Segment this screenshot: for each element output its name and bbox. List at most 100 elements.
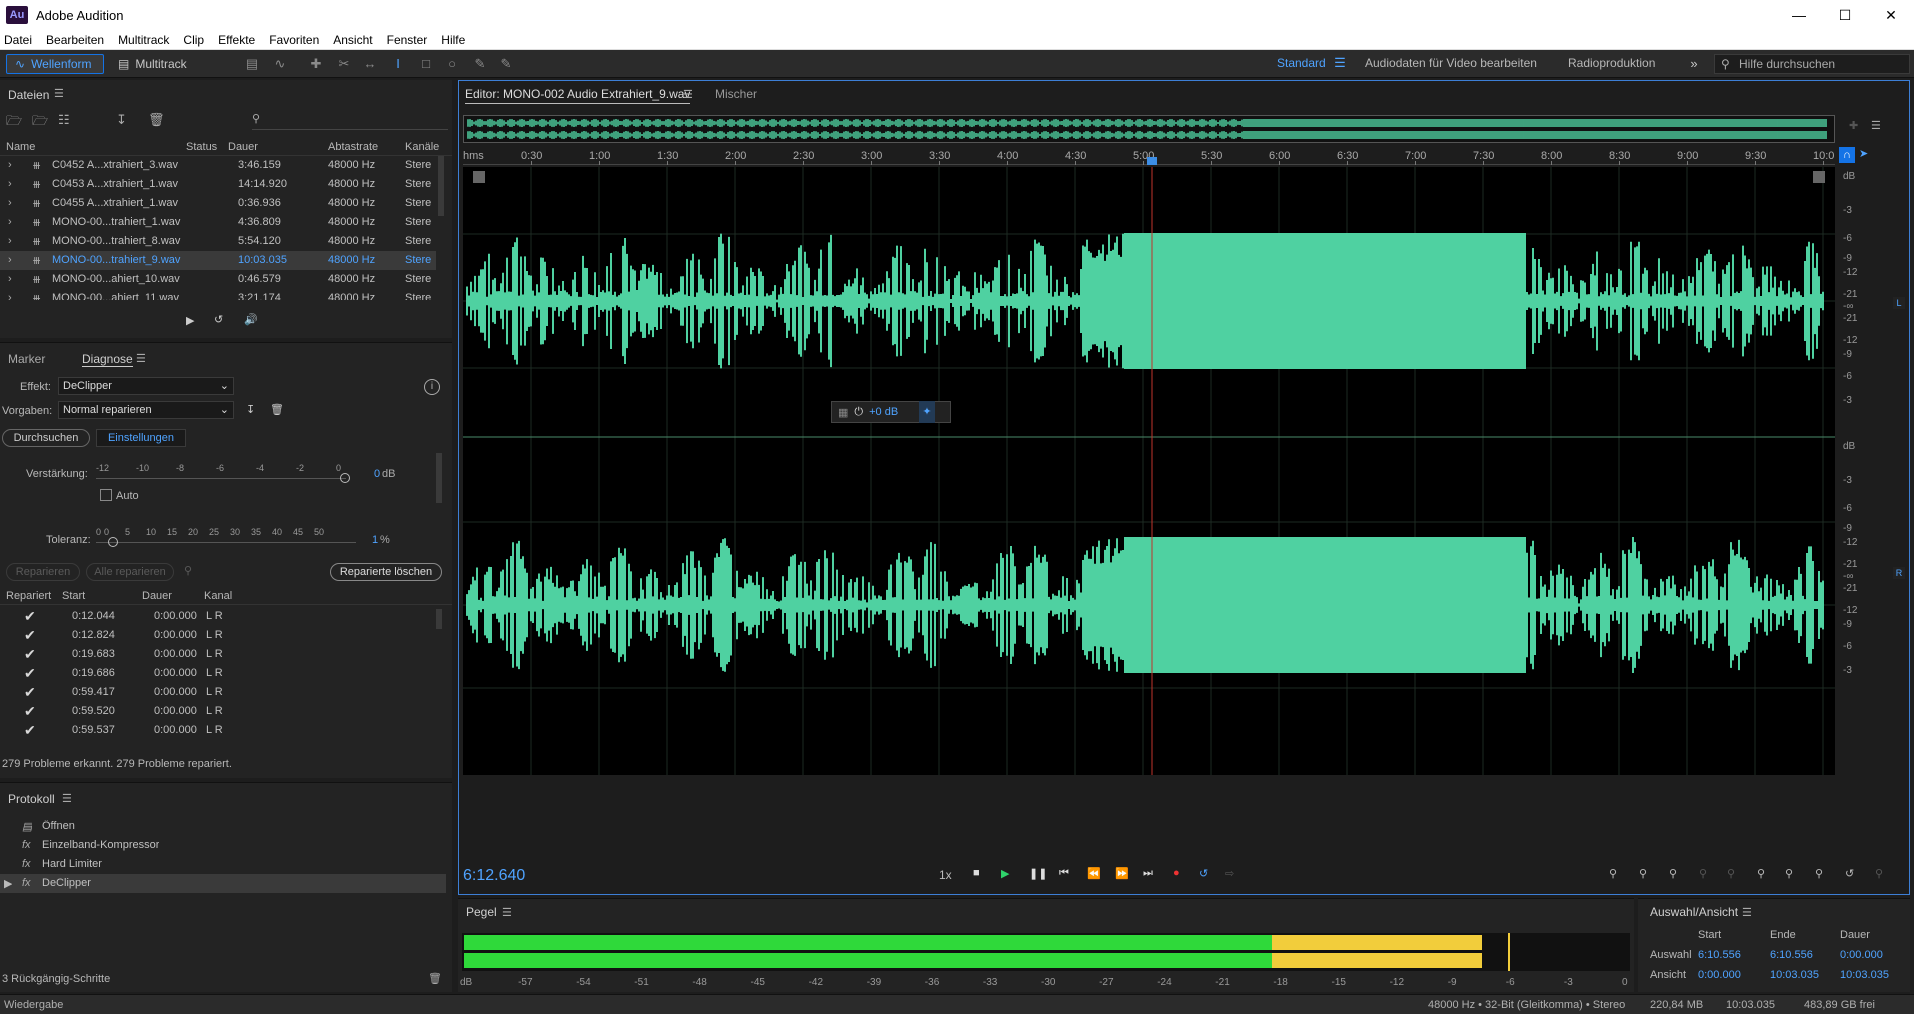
col-start[interactable]: Start (62, 590, 85, 602)
col-duration[interactable]: Dauer (142, 590, 172, 602)
col-channels[interactable]: Kanäle (405, 141, 439, 153)
help-search-input[interactable]: ⚲ Hilfe durchsuchen (1714, 54, 1910, 74)
hud-knob-icon[interactable]: ⏻ (854, 406, 863, 419)
go-to-end-icon[interactable]: ⏭ (1143, 867, 1153, 880)
expand-chevron-icon[interactable]: › (8, 235, 12, 247)
go-to-start-icon[interactable]: ⏮ (1059, 867, 1069, 880)
workspace-standard[interactable]: Standard (1277, 56, 1326, 70)
marquee-tool-icon[interactable]: □ (418, 56, 434, 72)
fade-in-handle-icon[interactable] (473, 171, 485, 183)
panel-menu-icon[interactable]: ☰ (62, 792, 72, 805)
maximize-icon[interactable]: ☐ (1822, 0, 1868, 30)
panel-menu-icon[interactable]: ☰ (1742, 906, 1752, 919)
repair-row[interactable]: ✔ 0:59.520 0:00.000 L R (0, 702, 436, 721)
multitrack-mode-button[interactable]: ▤ Multitrack (110, 54, 198, 74)
file-row[interactable]: › ⧻ MONO-00...trahiert_1.wav 4:36.809 48000 … (0, 213, 436, 232)
panel-menu-icon[interactable]: ☰ (683, 88, 693, 101)
insert-icon[interactable]: ↧ (116, 112, 127, 128)
file-row[interactable]: › ⧻ MONO-00...trahiert_8.wav 5:54.120 48000 … (0, 232, 436, 251)
col-name[interactable]: Name (6, 141, 35, 153)
autoplay-icon[interactable]: 🔊 (244, 313, 258, 326)
file-row[interactable]: › ⧻ C0452 A...xtrahiert_3.wav 3:46.159 48000… (0, 156, 436, 175)
mixer-tab[interactable]: Mischer (715, 87, 757, 101)
settings-scrollbar[interactable] (436, 453, 442, 503)
expand-chevron-icon[interactable]: › (8, 292, 12, 300)
zoom-icon[interactable]: ⚲ (184, 564, 192, 577)
record-icon[interactable]: ● (1173, 867, 1180, 879)
checkmark-icon[interactable]: ✔ (24, 703, 36, 720)
history-item[interactable]: ▤ Öffnen (0, 817, 446, 836)
col-repaired[interactable]: Repariert (6, 590, 51, 602)
delete-icon[interactable]: 🗑 (148, 112, 165, 128)
new-file-icon[interactable]: ☷ (58, 112, 70, 128)
repair-button[interactable]: Reparieren (6, 563, 80, 581)
overview-navigator[interactable] (463, 115, 1835, 143)
delete-preset-icon[interactable]: 🗑 (270, 403, 284, 416)
zoom-out-point-icon[interactable]: ⚲ (1785, 867, 1793, 880)
repair-row[interactable]: ✔ 0:59.537 0:00.000 L R (0, 721, 436, 740)
channel-right-toggle[interactable]: R (1893, 567, 1905, 579)
current-time[interactable]: 6:12.640 (463, 867, 525, 885)
checkmark-icon[interactable]: ✔ (24, 684, 36, 701)
selection-duration[interactable]: 0:00.000 (1840, 949, 1883, 961)
menu-multitrack[interactable]: Multitrack (118, 33, 169, 47)
selection-start[interactable]: 6:10.556 (1698, 949, 1741, 961)
zoom-selection-icon[interactable]: ⚲ (1727, 867, 1735, 880)
repair-row[interactable]: ✔ 0:19.683 0:00.000 L R (0, 645, 436, 664)
file-row[interactable]: › ⧻ MONO-00...ahiert_10.wav 0:46.579 48000 H… (0, 270, 436, 289)
checkmark-icon[interactable]: ✔ (24, 722, 36, 739)
razor-tool-icon[interactable]: ✂ (336, 56, 352, 72)
menu-file[interactable]: Datei (4, 33, 32, 47)
tolerance-slider[interactable] (96, 542, 356, 543)
workspace-radio[interactable]: Radioproduktion (1568, 56, 1655, 70)
stop-icon[interactable]: ■ (973, 867, 980, 879)
pause-icon[interactable]: ❚❚ (1029, 867, 1047, 880)
settings-tab[interactable]: Einstellungen (96, 429, 186, 447)
menu-view[interactable]: Ansicht (333, 33, 372, 47)
spectral-display-icon[interactable]: ▤ (244, 56, 260, 72)
history-item[interactable]: fx Hard Limiter (0, 855, 446, 874)
history-item[interactable]: fx Einzelband-Kompressor (0, 836, 446, 855)
gain-slider-handle[interactable] (340, 473, 350, 483)
more-workspaces-icon[interactable]: » (1686, 56, 1702, 72)
gain-value[interactable]: 0 (374, 468, 380, 480)
time-ruler[interactable]: hms 0:30 1:00 1:30 2:00 2:30 3:00 3:30 4:00 4:30… (463, 149, 1835, 165)
menu-favorites[interactable]: Favoriten (269, 33, 319, 47)
workspace-video[interactable]: Audiodaten für Video bearbeiten (1365, 56, 1537, 70)
expand-chevron-icon[interactable]: › (8, 197, 12, 209)
zoom-in-button-icon[interactable]: ✚ (1849, 119, 1858, 132)
auto-checkbox[interactable] (100, 489, 112, 501)
tab-marker[interactable]: Marker (8, 352, 45, 366)
info-icon[interactable]: i (424, 379, 440, 395)
fade-out-handle-icon[interactable] (1813, 171, 1825, 183)
rewind-icon[interactable]: ⏪ (1087, 867, 1101, 880)
zoom-reset-icon[interactable]: ↺ (1845, 867, 1854, 880)
selection-end[interactable]: 6:10.556 (1770, 949, 1813, 961)
playback-speed[interactable]: 1x (939, 868, 952, 882)
col-status[interactable]: Status (186, 141, 217, 153)
zoom-in-amplitude-icon[interactable]: ⚲ (1609, 867, 1617, 880)
expand-chevron-icon[interactable]: › (8, 178, 12, 190)
spot-healing-icon[interactable]: ✎ (498, 56, 514, 72)
panel-menu-icon[interactable]: ☰ (502, 906, 512, 919)
repair-row[interactable]: ✔ 0:12.824 0:00.000 L R (0, 626, 436, 645)
workspace-menu-icon[interactable]: ☰ (1332, 55, 1348, 71)
menu-effects[interactable]: Effekte (218, 33, 255, 47)
move-tool-icon[interactable]: ✚ (308, 56, 324, 72)
editor-tab[interactable]: Editor: MONO-002 Audio Extrahiert_9.wav (465, 87, 691, 104)
repair-row[interactable]: ✔ 0:59.417 0:00.000 L R (0, 683, 436, 702)
time-selection-tool-icon[interactable]: I (390, 56, 406, 72)
close-icon[interactable]: ✕ (1868, 0, 1914, 30)
tolerance-value[interactable]: 1 (372, 534, 378, 546)
col-rate[interactable]: Abtastrate (328, 141, 378, 153)
files-search-input[interactable]: ⚲ (252, 112, 448, 130)
view-end[interactable]: 10:03.035 (1770, 969, 1819, 981)
checkmark-icon[interactable]: ✔ (24, 665, 36, 682)
panel-menu-icon[interactable]: ☰ (136, 352, 146, 365)
lasso-tool-icon[interactable]: ○ (444, 56, 460, 72)
zoom-out-full-icon[interactable]: ⚲ (1815, 867, 1823, 880)
zoom-in-time-icon[interactable]: ⚲ (1669, 867, 1677, 880)
view-start[interactable]: 0:00.000 (1698, 969, 1741, 981)
view-duration[interactable]: 10:03.035 (1840, 969, 1889, 981)
checkmark-icon[interactable]: ✔ (24, 627, 36, 644)
